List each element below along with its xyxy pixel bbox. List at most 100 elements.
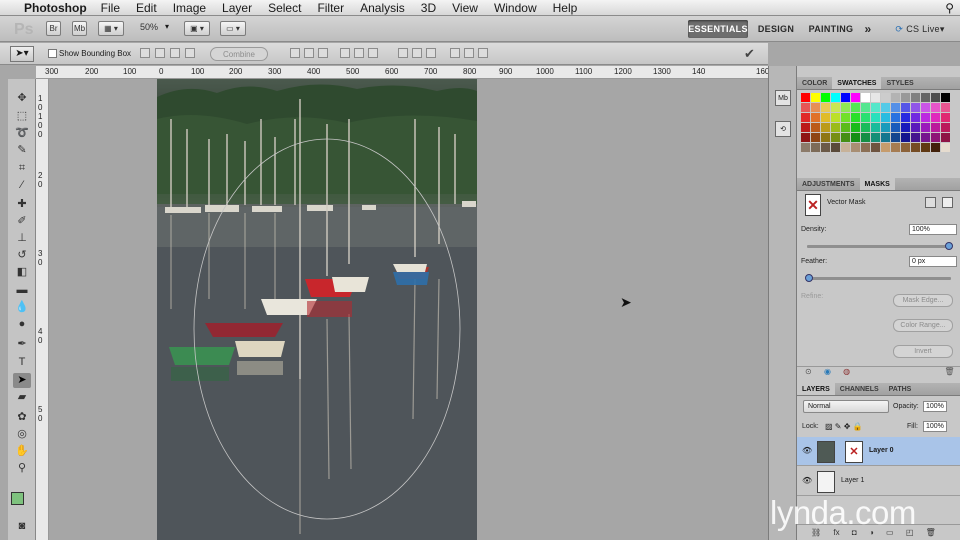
color-swatch[interactable] (851, 103, 860, 112)
commit-checkmark-icon[interactable]: ✔ (744, 46, 755, 62)
color-swatch[interactable] (941, 143, 950, 152)
arrange-documents-dropdown[interactable]: ▣ ▾ (184, 21, 210, 36)
color-swatch[interactable] (811, 143, 820, 152)
spotlight-search-icon[interactable]: ⚲ (945, 1, 954, 15)
visibility-eye-icon[interactable]: 👁 (802, 446, 812, 455)
vector-mask-thumbnail[interactable]: ✕ (845, 441, 863, 463)
quick-mask-icon[interactable]: ◙ (13, 519, 31, 534)
move-tool-icon[interactable]: ✥ (13, 91, 31, 106)
cs-live-menu[interactable]: ⟳ CS Live ▾ (890, 20, 950, 38)
tab-styles[interactable]: STYLES (881, 77, 918, 89)
color-range-button[interactable]: Color Range... (893, 319, 953, 332)
menu-3d[interactable]: 3D (421, 1, 436, 15)
feather-slider-knob[interactable] (805, 274, 813, 282)
gradient-tool-icon[interactable]: ▬ (13, 283, 31, 298)
align-hcenter-icon[interactable] (354, 48, 364, 58)
color-swatch[interactable] (921, 143, 930, 152)
color-swatch[interactable] (811, 93, 820, 102)
color-swatch[interactable] (821, 143, 830, 152)
color-swatch[interactable] (801, 123, 810, 132)
color-swatch[interactable] (831, 143, 840, 152)
color-swatch[interactable] (891, 143, 900, 152)
color-swatch[interactable] (861, 113, 870, 122)
vertical-ruler[interactable]: 1 0 1 0 0 2 0 3 0 4 0 5 0 (36, 79, 49, 540)
distribute-hcenter-icon[interactable] (464, 48, 474, 58)
color-swatch[interactable] (931, 133, 940, 142)
menu-analysis[interactable]: Analysis (360, 1, 405, 15)
3d-rotate-tool-icon[interactable]: ✿ (13, 410, 31, 425)
color-swatch[interactable] (821, 123, 830, 132)
clone-stamp-tool-icon[interactable]: ⊥ (13, 231, 31, 246)
color-swatch[interactable] (891, 123, 900, 132)
vector-mask-icon[interactable] (942, 197, 953, 208)
color-swatch[interactable] (841, 113, 850, 122)
blend-mode-select[interactable]: Normal (803, 400, 889, 413)
fill-field[interactable]: 100% (923, 421, 947, 432)
color-swatch[interactable] (831, 93, 840, 102)
color-swatch[interactable] (941, 133, 950, 142)
hand-tool-icon[interactable]: ✋ (13, 444, 31, 459)
color-swatch[interactable] (841, 143, 850, 152)
color-swatch[interactable] (901, 133, 910, 142)
color-swatch[interactable] (861, 103, 870, 112)
color-swatch[interactable] (871, 143, 880, 152)
color-swatch[interactable] (941, 123, 950, 132)
color-swatch[interactable] (831, 113, 840, 122)
delete-layer-icon[interactable]: 🗑 (926, 528, 936, 537)
color-swatch[interactable] (841, 133, 850, 142)
eraser-tool-icon[interactable]: ◧ (13, 265, 31, 280)
mini-bridge-button[interactable]: Mb (72, 21, 87, 36)
pen-tool-icon[interactable]: ✒ (13, 337, 31, 352)
workspace-essentials[interactable]: ESSENTIALS (688, 20, 748, 38)
align-top-icon[interactable] (290, 48, 300, 58)
color-swatch[interactable] (891, 133, 900, 142)
distribute-vcenter-icon[interactable] (412, 48, 422, 58)
layer-row[interactable]: 👁 ✕ Layer 0 (797, 437, 960, 466)
color-swatch[interactable] (901, 123, 910, 132)
color-swatch[interactable] (911, 123, 920, 132)
mask-edge-button[interactable]: Mask Edge... (893, 294, 953, 307)
blur-tool-icon[interactable]: 💧 (13, 300, 31, 315)
align-vcenter-icon[interactable] (304, 48, 314, 58)
layer-row[interactable]: 👁 Layer 1 (797, 467, 960, 496)
menu-edit[interactable]: Edit (136, 1, 157, 15)
layer-name[interactable]: Layer 1 (841, 477, 864, 484)
tab-swatches[interactable]: SWATCHES (832, 77, 882, 89)
color-swatch[interactable] (881, 143, 890, 152)
brush-tool-icon[interactable]: ✐ (13, 214, 31, 229)
density-field[interactable]: 100% (909, 224, 957, 235)
invert-button[interactable]: Invert (893, 345, 953, 358)
eyedropper-tool-icon[interactable]: ⁄ (13, 178, 31, 193)
color-swatch[interactable] (901, 143, 910, 152)
foreground-color-swatch[interactable] (11, 492, 24, 505)
history-brush-tool-icon[interactable]: ↺ (13, 248, 31, 263)
lock-icons[interactable]: ▨ ✎ ✥ 🔒 (825, 422, 863, 431)
shape-exclude-icon[interactable] (185, 48, 195, 58)
color-swatch[interactable] (831, 123, 840, 132)
extras-dropdown[interactable]: ▦ ▾ (98, 21, 124, 36)
zoom-tool-icon[interactable]: ⚲ (13, 461, 31, 476)
color-swatch[interactable] (881, 103, 890, 112)
align-bottom-icon[interactable] (318, 48, 328, 58)
swatch-grid[interactable] (801, 93, 950, 152)
color-swatch[interactable] (801, 93, 810, 102)
color-swatch[interactable] (871, 93, 880, 102)
color-swatch[interactable] (871, 103, 880, 112)
history-panel-icon[interactable]: ⟲ (775, 121, 791, 137)
workspace-design[interactable]: DESIGN (752, 20, 800, 38)
color-swatch[interactable] (931, 113, 940, 122)
menu-file[interactable]: File (101, 1, 120, 15)
color-swatch[interactable] (871, 123, 880, 132)
color-swatch[interactable] (871, 133, 880, 142)
layer-name[interactable]: Layer 0 (869, 447, 894, 454)
healing-brush-tool-icon[interactable]: ✚ (13, 197, 31, 212)
color-swatch[interactable] (831, 133, 840, 142)
color-swatch[interactable] (851, 133, 860, 142)
color-swatch[interactable] (861, 133, 870, 142)
distribute-right-icon[interactable] (478, 48, 488, 58)
quick-selection-tool-icon[interactable]: ✎ (13, 143, 31, 158)
tab-paths[interactable]: PATHS (884, 383, 917, 395)
density-slider[interactable] (807, 242, 953, 250)
zoom-dropdown-icon[interactable]: ▾ (165, 22, 169, 31)
tab-color[interactable]: COLOR (797, 77, 832, 89)
